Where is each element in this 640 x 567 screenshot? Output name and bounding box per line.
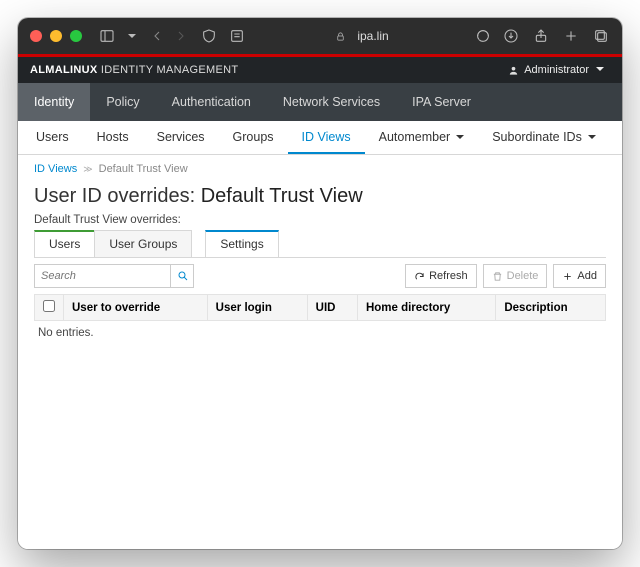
table-empty-message: No entries.: [34, 321, 606, 345]
nav2-groups[interactable]: Groups: [219, 121, 288, 154]
nav1-authentication[interactable]: Authentication: [156, 83, 267, 121]
chevron-down-icon: [454, 130, 464, 144]
nav1-identity[interactable]: Identity: [18, 83, 90, 121]
nav2-subordinate-ids[interactable]: Subordinate IDs: [478, 121, 610, 154]
nav-back-button[interactable]: [148, 27, 166, 45]
nav2-hosts[interactable]: Hosts: [83, 121, 143, 154]
nav2-id-views[interactable]: ID Views: [288, 121, 365, 154]
col-user-login[interactable]: User login: [207, 295, 307, 321]
nav2-users[interactable]: Users: [22, 121, 83, 154]
downloads-icon[interactable]: [502, 27, 520, 45]
content-area: ID Views ≫ Default Trust View User ID ov…: [18, 155, 622, 549]
lock-icon: [331, 27, 349, 45]
page-title: User ID overrides: Default Trust View: [34, 185, 606, 208]
nav2-automember[interactable]: Automember: [365, 121, 479, 154]
inner-tab-settings[interactable]: Settings: [205, 230, 278, 257]
minimize-window-button[interactable]: [50, 30, 62, 42]
inner-tab-user-groups[interactable]: User Groups: [94, 230, 192, 257]
delete-button[interactable]: Delete: [483, 264, 548, 288]
secondary-nav: Users Hosts Services Groups ID Views Aut…: [18, 121, 622, 155]
app-header: ALMALINUX IDENTITY MANAGEMENT Administra…: [18, 57, 622, 83]
zoom-window-button[interactable]: [70, 30, 82, 42]
col-home-directory[interactable]: Home directory: [357, 295, 495, 321]
add-button[interactable]: Add: [553, 264, 606, 288]
inner-tab-users[interactable]: Users: [34, 230, 95, 257]
overrides-table: User to override User login UID Home dir…: [34, 294, 606, 321]
browser-window: ipa.lin ALMALINUX IDENTITY MANAGEMENT Ad…: [18, 18, 622, 549]
address-bar[interactable]: ipa.lin: [256, 27, 464, 45]
refresh-button[interactable]: Refresh: [405, 264, 477, 288]
brand: ALMALINUX IDENTITY MANAGEMENT: [30, 64, 238, 76]
search-icon: [177, 270, 189, 282]
reload-button[interactable]: [474, 27, 492, 45]
nav1-ipa-server[interactable]: IPA Server: [396, 83, 487, 121]
inner-tabs: Users User Groups Settings: [34, 230, 606, 258]
reader-icon[interactable]: [228, 27, 246, 45]
nav2-services[interactable]: Services: [143, 121, 219, 154]
trash-icon: [492, 271, 503, 282]
user-icon: [508, 65, 519, 76]
col-user-to-override[interactable]: User to override: [64, 295, 208, 321]
breadcrumb-root[interactable]: ID Views: [34, 163, 77, 175]
url-host: ipa.lin: [357, 29, 388, 43]
close-window-button[interactable]: [30, 30, 42, 42]
window-controls: [30, 30, 82, 42]
sidebar-menu-caret[interactable]: [126, 27, 136, 45]
plus-icon: [562, 271, 573, 282]
shield-icon[interactable]: [200, 27, 218, 45]
toolbar: Refresh Delete Add: [34, 264, 606, 288]
breadcrumb: ID Views ≫ Default Trust View: [34, 163, 606, 175]
sidebar-toggle-icon[interactable]: [98, 27, 116, 45]
share-icon[interactable]: [532, 27, 550, 45]
chevron-down-icon: [594, 64, 604, 76]
chevron-down-icon: [586, 130, 596, 144]
tabs-overview-icon[interactable]: [592, 27, 610, 45]
select-all-checkbox[interactable]: [43, 300, 55, 312]
col-description[interactable]: Description: [496, 295, 606, 321]
page-subtitle: Default Trust View overrides:: [34, 214, 606, 226]
browser-titlebar: ipa.lin: [18, 18, 622, 54]
nav1-network-services[interactable]: Network Services: [267, 83, 396, 121]
nav1-policy[interactable]: Policy: [90, 83, 155, 121]
col-select-all: [35, 295, 64, 321]
search-button[interactable]: [170, 264, 194, 288]
search-field: [34, 264, 194, 288]
user-menu[interactable]: Administrator: [502, 61, 610, 79]
nav-forward-button[interactable]: [172, 27, 190, 45]
primary-nav: Identity Policy Authentication Network S…: [18, 83, 622, 121]
user-menu-label: Administrator: [524, 64, 589, 76]
breadcrumb-leaf: Default Trust View: [99, 163, 188, 175]
col-uid[interactable]: UID: [307, 295, 357, 321]
breadcrumb-separator: ≫: [83, 164, 92, 175]
new-tab-icon[interactable]: [562, 27, 580, 45]
refresh-icon: [414, 271, 425, 282]
